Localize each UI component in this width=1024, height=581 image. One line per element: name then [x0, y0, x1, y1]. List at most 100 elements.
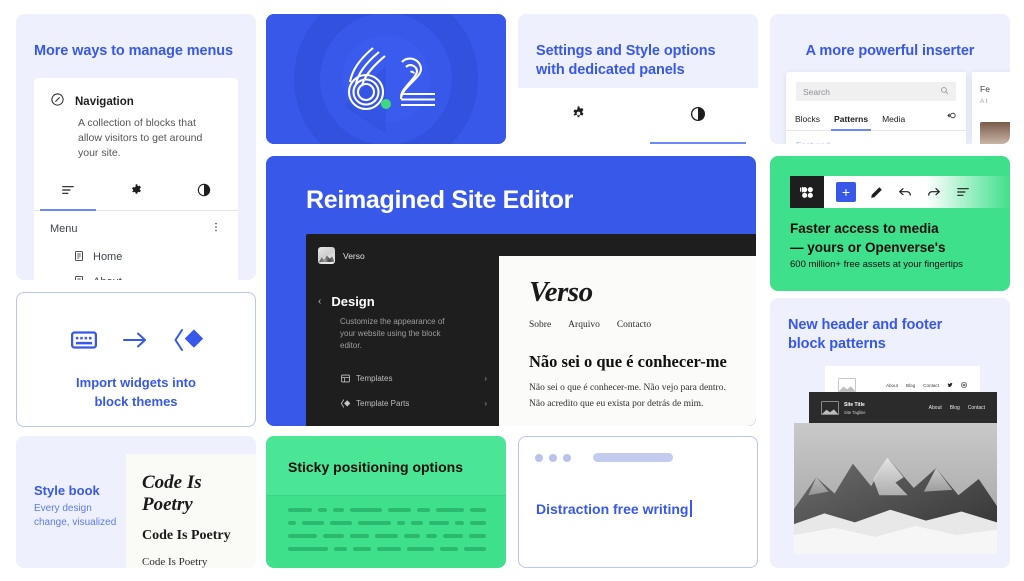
panel-description: Customize the appearance of your website…	[340, 317, 445, 350]
site-preview: Verso Sobre Arquivo Contacto Não sei o q…	[499, 256, 756, 426]
card-header-footer-patterns: New header and footer block patterns Abo…	[770, 298, 1010, 568]
list-item[interactable]: Home	[34, 245, 238, 270]
text-placeholder-dash	[334, 547, 347, 551]
card-import-widgets: Import widgets into block themes	[16, 292, 256, 427]
templates-icon	[340, 373, 356, 384]
media-title-line1: Faster access to media	[790, 221, 939, 236]
tab-settings[interactable]	[102, 176, 170, 210]
text-placeholder-dash	[397, 521, 405, 525]
widget-icon	[69, 325, 99, 360]
text-placeholder-dash	[352, 547, 371, 551]
text-placeholder-dash	[301, 521, 325, 525]
list-item[interactable]: › About	[34, 270, 238, 280]
text-placeholder-dash	[436, 508, 465, 512]
dark-header-pattern: Site Title Site Tagline About Blog Conta…	[809, 392, 997, 424]
media-preview-icon[interactable]	[946, 108, 957, 130]
text-placeholder-dash	[443, 534, 463, 538]
text-placeholder-dash	[288, 508, 312, 512]
window-dots-icon	[535, 453, 571, 462]
tab-styles[interactable]	[638, 88, 758, 144]
page-icon	[73, 275, 85, 280]
wordpress-logo-icon[interactable]	[790, 176, 824, 208]
design-header: ‹ Design	[318, 294, 499, 309]
chevron-right-icon: ›	[484, 399, 487, 408]
tab-settings[interactable]	[518, 88, 638, 144]
sidebar-item-template-parts[interactable]: Template Parts ›	[340, 391, 487, 416]
preview-subtitle: A t	[980, 98, 988, 105]
inserter-panel: Search Blocks Patterns Media Featured ›	[786, 72, 966, 144]
dark-header-nav: About Blog Contact	[929, 405, 985, 411]
nav-item-contacto[interactable]: Contacto	[617, 320, 651, 330]
tab-styles[interactable]	[170, 176, 238, 210]
site-editor-window: Verso ‹ Design Customize the appearance …	[306, 234, 756, 426]
list-view-icon[interactable]	[955, 176, 971, 208]
card-title-patterns: New header and footer block patterns	[788, 316, 996, 354]
settings-panel	[518, 88, 758, 144]
card-settings-style: Settings and Style options with dedicate…	[518, 14, 758, 144]
card-media-access: + Faster access to media — yours or Open…	[770, 156, 1010, 291]
card-version-hero	[266, 14, 506, 144]
edit-pencil-icon[interactable]	[869, 176, 884, 208]
tab-media[interactable]: Media	[882, 109, 905, 130]
text-placeholder-dash	[288, 521, 296, 525]
preview-paragraph-line1: Não sei o que é conhecer-me. Não vejo pa…	[529, 383, 726, 393]
text-placeholder-row	[288, 508, 486, 512]
tab-patterns[interactable]: Patterns	[831, 109, 872, 131]
preview-brand: Verso	[529, 276, 593, 308]
style-book-subtitle: Every design change, visualized	[34, 502, 118, 529]
contrast-icon	[196, 182, 212, 203]
add-block-icon[interactable]: +	[836, 182, 856, 202]
nav-item: Contact	[967, 405, 985, 411]
text-placeholder-dash	[288, 534, 318, 538]
site-identity[interactable]: Verso	[306, 234, 499, 264]
editor-toolbar: +	[790, 176, 1010, 208]
tab-list-view[interactable]	[34, 176, 102, 211]
featured-row[interactable]: Featured ›	[796, 140, 956, 144]
chevron-right-icon: ›	[484, 374, 487, 383]
text-placeholder-lines	[288, 508, 487, 560]
search-input[interactable]: Search	[796, 82, 956, 101]
sidebar-item-templates[interactable]: Templates ›	[340, 366, 487, 391]
list-view-icon	[60, 182, 76, 203]
nav-item-arquivo[interactable]: Arquivo	[568, 320, 600, 330]
featured-label: Featured	[796, 140, 830, 144]
text-placeholder-dash	[410, 521, 424, 525]
style-book-subtitle-line2: change, visualized	[34, 516, 117, 528]
template-parts-icon	[340, 398, 356, 409]
nav-item-sobre[interactable]: Sobre	[529, 320, 551, 330]
preview-heading: Não sei o que é conhecer-me	[529, 352, 727, 371]
text-placeholder-dash	[404, 534, 420, 538]
text-placeholder-row	[288, 521, 487, 525]
text-placeholder-dash	[288, 547, 329, 551]
site-title: Site Title	[844, 401, 865, 408]
browser-chrome	[519, 437, 757, 462]
card-distraction-free: Distraction free writing	[518, 436, 758, 568]
navigation-panel: Navigation A collection of blocks that a…	[34, 78, 238, 280]
light-header-nav: About Blog Contact	[886, 381, 967, 389]
text-cursor	[690, 500, 692, 517]
distraction-free-label: Distraction free writing	[536, 500, 689, 517]
gear-icon	[570, 105, 587, 127]
tab-blocks[interactable]: Blocks	[795, 109, 820, 130]
preview-paragraph-line2: Não acredito que eu exista por detrás de…	[529, 398, 704, 409]
patterns-title-line2: block patterns	[788, 335, 886, 352]
patterns-title-line1: New header and footer	[788, 317, 943, 333]
sidebar-item-label: Template Parts	[356, 399, 410, 408]
distraction-free-text[interactable]: Distraction free writing	[536, 500, 757, 517]
media-title-line2: — yours or Openverse's	[790, 239, 946, 255]
text-placeholder-row	[288, 547, 486, 551]
navigation-block-description: A collection of blocks that allow visito…	[78, 117, 203, 160]
kebab-menu-icon[interactable]	[210, 220, 222, 238]
arrow-right-icon	[121, 329, 149, 356]
text-placeholder-dash	[464, 547, 486, 551]
navigation-icon	[50, 92, 65, 112]
chevron-right-icon[interactable]: ›	[56, 277, 65, 280]
card-title-style-book: Style book	[34, 483, 100, 498]
redo-icon[interactable]	[926, 176, 942, 208]
nav-item: About	[928, 405, 942, 411]
undo-icon[interactable]	[897, 176, 913, 208]
text-placeholder-dash	[470, 508, 486, 512]
chevron-left-icon[interactable]: ‹	[318, 296, 321, 307]
widget-icon-row	[17, 325, 255, 360]
url-bar[interactable]	[593, 453, 673, 462]
